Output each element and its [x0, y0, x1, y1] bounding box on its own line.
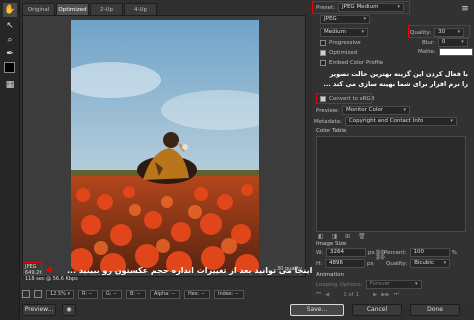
metadata-label: Metadata: — [314, 118, 342, 125]
optimize-menu-icon[interactable]: ≡ — [458, 2, 472, 16]
play-icon[interactable]: ▶ — [373, 292, 377, 298]
quality-level-select[interactable]: Medium — [320, 28, 368, 37]
color-table-tools[interactable]: ◧ ◨ ⊞ 🗑 — [318, 233, 369, 240]
status-g: G: -- — [102, 289, 122, 299]
animation-controls: ⏮ ◀ 1 of 1 ▶ ▶▶ ⏭ — [316, 291, 399, 298]
info-download-time: 118 sec @ 56.6 Kbps — [25, 276, 78, 282]
metadata-row: Metadata: Copyright and Contact Info — [314, 117, 457, 126]
status-bar: 12.5% R: -- G: -- B: -- Alpha: -- Hex: -… — [22, 288, 306, 300]
optimized-row[interactable]: Optimized — [320, 50, 357, 56]
save-button[interactable]: Save... — [290, 304, 344, 316]
status-hex: Hex: -- — [184, 289, 210, 299]
color-table[interactable] — [316, 136, 466, 232]
eyedropper-tool-icon[interactable]: ✒ — [3, 47, 17, 61]
height-row: H: 4896 px — [316, 259, 374, 268]
frame-counter: 1 of 1 — [343, 291, 359, 298]
height-label: H: — [316, 260, 322, 267]
resample-label: Quality: — [386, 260, 408, 267]
width-field[interactable]: 3264 — [325, 248, 366, 257]
hand-tool-icon[interactable]: ✋ — [3, 3, 17, 17]
matte-color-swatch[interactable] — [438, 48, 473, 56]
zoom-tool-icon[interactable]: ⌕ — [3, 33, 17, 47]
matte-label: Matte: — [418, 49, 436, 55]
tab-4-up[interactable]: 4-Up — [124, 3, 157, 15]
looping-select[interactable]: Forever — [365, 280, 422, 289]
preview-button[interactable]: Preview... — [22, 304, 56, 316]
annotation-convert-line1: با فعال کردن این گزینه بهترین حالت تصویر — [329, 70, 468, 78]
percent-row: Percent: 100 % — [384, 248, 457, 257]
matte-row: Matte: — [418, 48, 473, 56]
arrow-left-icon: ◀ — [45, 265, 52, 275]
toggle-slices-icon[interactable]: ▦ — [3, 78, 17, 92]
dialog-actions: Preview... ◉ Save... Cancel Done — [22, 304, 474, 318]
progressive-checkbox[interactable] — [320, 40, 326, 46]
progressive-row[interactable]: Progressive — [320, 40, 361, 46]
browser-preview-icon[interactable]: ◉ — [62, 304, 76, 316]
color-table-title: Color Table — [316, 128, 347, 134]
highlight-box-convert — [316, 93, 372, 104]
zoom-level-select[interactable]: 12.5% — [46, 289, 74, 299]
first-frame-icon[interactable]: ⏮ — [316, 291, 321, 298]
tab-original[interactable]: Original — [22, 3, 55, 15]
blur-label: Blur: — [422, 39, 435, 46]
status-alpha: Alpha: -- — [150, 289, 180, 299]
preview-quality-label: 30 quality — [276, 266, 302, 272]
last-frame-icon[interactable]: ⏭ — [394, 291, 399, 298]
save-for-web-dialog: ✋ ↖ ⌕ ✒ ▦ Original Optimized 2-Up 4-Up J… — [0, 0, 474, 320]
looping-row: Looping Options: Forever — [316, 280, 422, 289]
preview-color-select[interactable]: Monitor Color — [341, 106, 410, 115]
highlight-box-preset — [312, 1, 410, 14]
next-frame-icon[interactable]: ▶▶ — [381, 292, 389, 298]
slice-select-tool-icon[interactable]: ↖ — [3, 19, 17, 33]
done-button[interactable]: Done — [410, 304, 460, 316]
embed-profile-label: Embed Color Profile — [329, 60, 384, 66]
percent-unit: % — [451, 249, 457, 256]
percent-label: Percent: — [384, 249, 407, 256]
annotation-convert-line2: را نرم افزار برای شما بهینه سازی می کند … — [323, 80, 468, 88]
previous-frame-icon[interactable]: ◀ — [325, 292, 329, 298]
embed-profile-checkbox[interactable] — [320, 60, 326, 66]
percent-field[interactable]: 100 — [409, 248, 450, 257]
progressive-label: Progressive — [329, 40, 361, 46]
width-label: W: — [316, 249, 323, 256]
animation-title: Animation — [316, 272, 345, 278]
resample-row: Quality: Bicubic — [386, 259, 451, 268]
status-index: Index: -- — [214, 289, 244, 299]
status-r: R: -- — [78, 289, 98, 299]
annotation-filesize: اینجا می توانید بعد از تغییرات اندازه حج… — [67, 266, 313, 275]
zoom-out-icon[interactable] — [22, 290, 30, 298]
tab-2-up[interactable]: 2-Up — [90, 3, 123, 15]
blur-field[interactable]: 0 — [437, 38, 468, 47]
preview-color-label: Preview: — [316, 107, 339, 114]
width-row: W: 3264 px — [316, 248, 375, 257]
blur-row: Blur: 0 — [422, 38, 468, 47]
height-field[interactable]: 4896 — [325, 259, 365, 268]
optimized-checkbox[interactable] — [320, 50, 326, 56]
eyedropper-color-swatch[interactable] — [4, 62, 15, 73]
optimized-photo — [71, 20, 259, 272]
embed-profile-row[interactable]: Embed Color Profile — [320, 60, 383, 66]
looping-label: Looping Options: — [316, 281, 363, 288]
optimized-label: Optimized — [329, 50, 358, 56]
highlight-box-quality — [408, 25, 470, 38]
tool-bar: ✋ ↖ ⌕ ✒ ▦ — [0, 0, 20, 320]
image-size-title: Image Size — [316, 241, 347, 247]
height-unit: px — [367, 260, 374, 267]
resample-select[interactable]: Bicubic — [410, 259, 451, 268]
highlight-box-info — [23, 262, 42, 276]
view-tabs: Original Optimized 2-Up 4-Up — [22, 3, 158, 15]
preview-row: Preview: Monitor Color — [316, 106, 410, 115]
status-b: B: -- — [126, 289, 146, 299]
zoom-in-icon[interactable] — [34, 290, 42, 298]
tab-optimized[interactable]: Optimized — [56, 3, 89, 15]
image-preview-area[interactable]: JPEG 649.2K 118 sec @ 56.6 Kbps ◀ اینجا … — [22, 15, 312, 282]
cancel-button[interactable]: Cancel — [352, 304, 402, 316]
metadata-select[interactable]: Copyright and Contact Info — [344, 117, 457, 126]
format-select[interactable]: JPEG — [320, 15, 370, 24]
